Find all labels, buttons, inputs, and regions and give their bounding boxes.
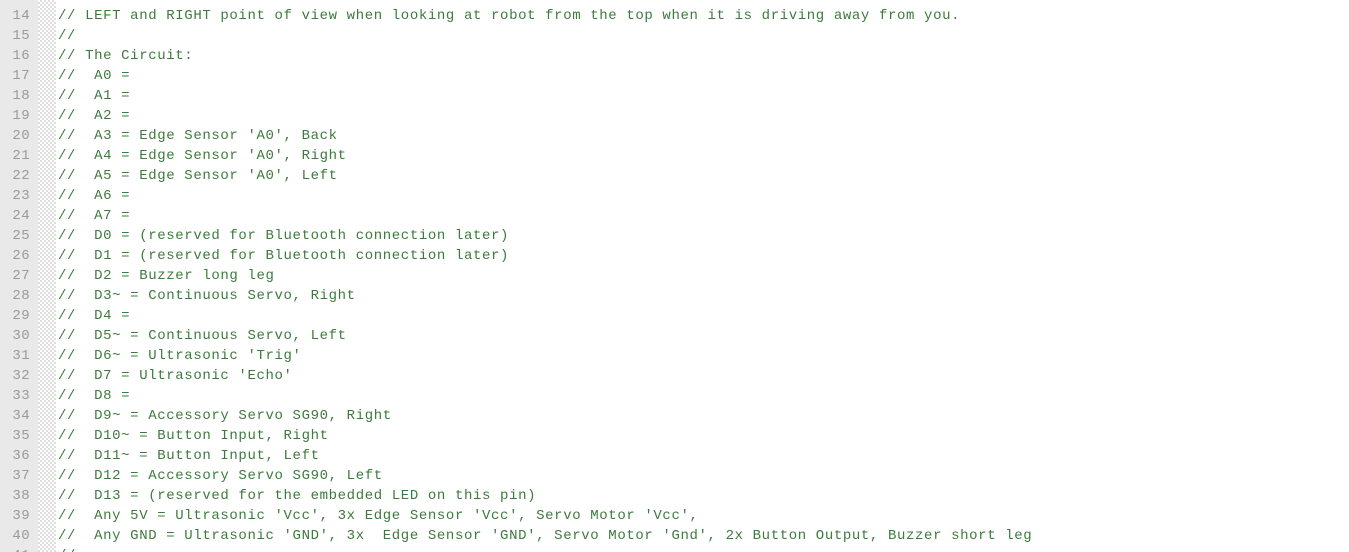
line-content: // D8 = xyxy=(58,388,131,404)
line-number: 20 xyxy=(12,128,30,144)
line-number: 33 xyxy=(12,388,30,404)
line-content: // D10~ = Button Input, Right xyxy=(58,428,329,444)
line-number: 34 xyxy=(12,408,30,424)
line-content: // A7 = xyxy=(58,208,131,224)
code-line[interactable]: 23 // A6 = xyxy=(0,186,1349,206)
line-content: // A3 = Edge Sensor 'A0', Back xyxy=(58,128,338,144)
line-number: 28 xyxy=(12,288,30,304)
line-number: 18 xyxy=(12,88,30,104)
line-number: 32 xyxy=(12,368,30,384)
line-content: // A5 = Edge Sensor 'A0', Left xyxy=(58,168,338,184)
line-content: // xyxy=(58,28,77,44)
line-content: // xyxy=(58,546,76,552)
code-line[interactable]: 39 // Any 5V = Ultrasonic 'Vcc', 3x Edge … xyxy=(0,506,1349,526)
line-content: // Any GND = Ultrasonic 'GND', 3x Edge S… xyxy=(58,528,1033,544)
code-line[interactable]: 36 // D11~ = Button Input, Left xyxy=(0,446,1349,466)
line-number: 40 xyxy=(12,528,30,544)
code-line[interactable]: 26 // D1 = (reserved for Bluetooth connec… xyxy=(0,246,1349,266)
line-content: // D5~ = Continuous Servo, Left xyxy=(58,328,347,344)
line-content: // D4 = xyxy=(58,308,131,324)
line-content: // A4 = Edge Sensor 'A0', Right xyxy=(58,148,347,164)
code-line[interactable]: 38 // D13 = (reserved for the embedded LE… xyxy=(0,486,1349,506)
code-line[interactable]: 19 // A2 = xyxy=(0,106,1349,126)
line-number: 21 xyxy=(12,148,30,164)
line-content: // The Circuit: xyxy=(58,48,194,64)
code-line[interactable]: 32 // D7 = Ultrasonic 'Echo' xyxy=(0,366,1349,386)
line-content: // A6 = xyxy=(58,188,131,204)
line-content: // A0 = xyxy=(58,68,131,84)
code-line[interactable]: 21 // A4 = Edge Sensor 'A0', Right xyxy=(0,146,1349,166)
line-number: 24 xyxy=(12,208,30,224)
line-number: 15 xyxy=(12,28,30,44)
code-line[interactable]: 15 // xyxy=(0,26,1349,46)
code-line[interactable]: 37 // D12 = Accessory Servo SG90, Left xyxy=(0,466,1349,486)
code-lines: 14 // LEFT and RIGHT point of view when l… xyxy=(0,6,1349,546)
code-line[interactable]: 34 // D9~ = Accessory Servo SG90, Right xyxy=(0,406,1349,426)
line-number: 14 xyxy=(12,8,30,24)
line-number: 37 xyxy=(12,468,30,484)
line-number: 31 xyxy=(12,348,30,364)
code-line[interactable]: 29 // D4 = xyxy=(0,306,1349,326)
code-line[interactable]: 31 // D6~ = Ultrasonic 'Trig' xyxy=(0,346,1349,366)
code-line-partial-bottom[interactable]: 41 // xyxy=(0,546,1349,552)
code-line[interactable]: 30 // D5~ = Continuous Servo, Left xyxy=(0,326,1349,346)
code-line[interactable]: 24 // A7 = xyxy=(0,206,1349,226)
line-content: // D1 = (reserved for Bluetooth connecti… xyxy=(58,248,510,264)
line-number: 17 xyxy=(12,68,30,84)
code-line[interactable]: 25 // D0 = (reserved for Bluetooth connec… xyxy=(0,226,1349,246)
line-content: // LEFT and RIGHT point of view when loo… xyxy=(58,8,961,24)
line-number: 23 xyxy=(12,188,30,204)
line-content: // D9~ = Accessory Servo SG90, Right xyxy=(58,408,392,424)
line-number: 29 xyxy=(12,308,30,324)
code-line[interactable]: 17 // A0 = xyxy=(0,66,1349,86)
line-content: // D11~ = Button Input, Left xyxy=(58,448,320,464)
line-content: // D12 = Accessory Servo SG90, Left xyxy=(58,468,383,484)
line-number: 26 xyxy=(12,248,30,264)
line-content: // D6~ = Ultrasonic 'Trig' xyxy=(58,348,302,364)
code-line[interactable]: 27 // D2 = Buzzer long leg xyxy=(0,266,1349,286)
line-number: 35 xyxy=(12,428,30,444)
line-content: // A1 = xyxy=(58,88,131,104)
line-content: // D7 = Ultrasonic 'Echo' xyxy=(58,368,293,384)
line-number: 25 xyxy=(12,228,30,244)
line-content: // D13 = (reserved for the embedded LED … xyxy=(58,488,537,504)
line-content: // Any 5V = Ultrasonic 'Vcc', 3x Edge Se… xyxy=(58,508,699,524)
code-line[interactable]: 18 // A1 = xyxy=(0,86,1349,106)
code-editor[interactable]: 13 // 14// LEFT and RIGHT point of view … xyxy=(0,0,1349,552)
line-content: // A2 = xyxy=(58,108,131,124)
code-line[interactable]: 14 // LEFT and RIGHT point of view when l… xyxy=(0,6,1349,26)
line-number: 38 xyxy=(12,488,30,504)
code-line[interactable]: 16 // The Circuit: xyxy=(0,46,1349,66)
code-line[interactable]: 35 // D10~ = Button Input, Right xyxy=(0,426,1349,446)
code-line[interactable]: 20 // A3 = Edge Sensor 'A0', Back xyxy=(0,126,1349,146)
line-content: // D3~ = Continuous Servo, Right xyxy=(58,288,356,304)
line-number: 27 xyxy=(12,268,30,284)
line-number: 41 xyxy=(0,546,30,552)
line-content: // D0 = (reserved for Bluetooth connecti… xyxy=(58,228,510,244)
line-number: 30 xyxy=(12,328,30,344)
line-number: 36 xyxy=(12,448,30,464)
code-line[interactable]: 22 // A5 = Edge Sensor 'A0', Left xyxy=(0,166,1349,186)
line-number: 39 xyxy=(12,508,30,524)
line-content: // D2 = Buzzer long leg xyxy=(58,268,275,284)
code-line[interactable]: 28 // D3~ = Continuous Servo, Right xyxy=(0,286,1349,306)
line-number: 16 xyxy=(12,48,30,64)
code-line[interactable]: 33 // D8 = xyxy=(0,386,1349,406)
line-number: 22 xyxy=(12,168,30,184)
code-line[interactable]: 40 // Any GND = Ultrasonic 'GND', 3x Edge… xyxy=(0,526,1349,546)
line-number: 19 xyxy=(12,108,30,124)
code-text-area[interactable]: 13 // 14// LEFT and RIGHT point of view … xyxy=(0,0,1349,552)
